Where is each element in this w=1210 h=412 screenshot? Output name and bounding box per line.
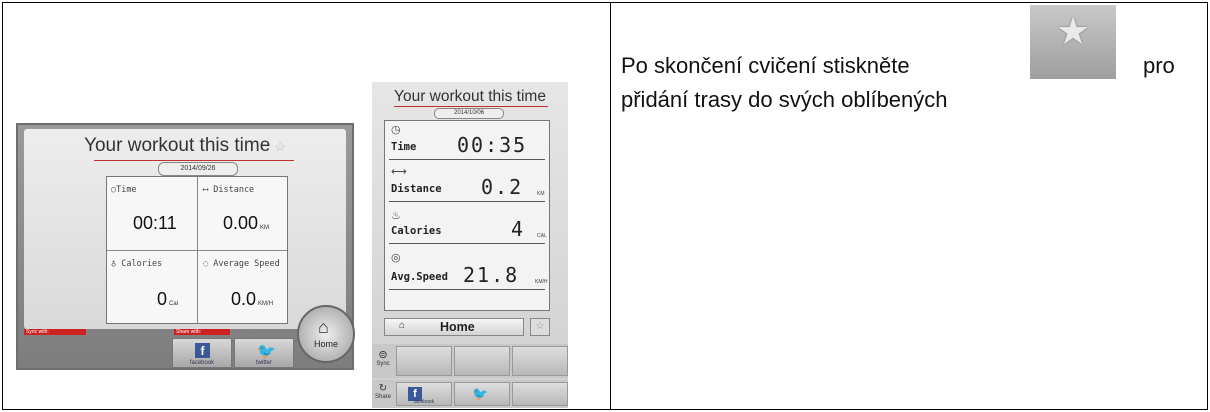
share-side: ↻ Share <box>372 380 394 408</box>
twitter-icon: 🐦 <box>472 386 489 401</box>
time-label: Time <box>391 141 417 153</box>
workout-date: 2014/10/06 <box>434 108 504 119</box>
home-button[interactable]: ⌂ Home <box>384 318 524 336</box>
avg-speed-value: 21.8 <box>463 263 520 287</box>
star-icon[interactable]: ☆ <box>274 139 286 154</box>
sync-label: Sync <box>376 361 390 367</box>
title-underline <box>94 160 294 161</box>
calories-value: 4 <box>511 217 526 241</box>
grid-divider <box>107 250 287 251</box>
portrait-workout-screenshot: Your workout this time 2014/10/06 ◷ Time… <box>372 82 568 408</box>
sync-share-bar: Sync with: Share with: f facebook 🐦 twit… <box>24 305 355 368</box>
time-value: 00:11 <box>133 213 177 233</box>
home-icon: ⌂ <box>318 317 329 337</box>
distance-value: 0.00 KM <box>223 213 270 233</box>
stats-panel: ◷ Time 00:35 ⟷ Distance 0.2 KM ♨ Calorie… <box>384 120 550 311</box>
sync-slot[interactable] <box>396 346 452 376</box>
workout-date: 2014/09/26 <box>158 162 238 176</box>
facebook-caption: facebook <box>413 399 435 405</box>
row-divider <box>389 201 545 202</box>
home-label: Home <box>440 320 475 334</box>
sync-row: ⊜ Sync <box>372 344 568 378</box>
home-icon: ⌂ <box>399 320 406 331</box>
twitter-button[interactable]: 🐦 twitter <box>234 338 294 368</box>
sync-icon: ⊜ <box>378 349 388 361</box>
facebook-share-button[interactable]: f facebook <box>396 382 452 406</box>
favorite-star-button[interactable]: ☆ <box>530 318 550 336</box>
share-icon: ↻ <box>378 383 388 394</box>
calories-label: Calories <box>391 225 442 237</box>
calories-unit: CAL <box>537 233 547 239</box>
instruction-after-icon: pro <box>1143 53 1175 78</box>
avg-speed-label: Avg.Speed <box>391 271 448 283</box>
share-with-label: Share with: <box>174 329 230 335</box>
calories-value: 0 Cal <box>157 289 179 309</box>
workout-title: Your workout this time <box>394 88 546 105</box>
instruction-line-2: přidání trasy do svých oblíbených <box>621 87 948 112</box>
sync-slot[interactable] <box>454 346 510 376</box>
calories-label: ♁ Calories <box>111 259 163 269</box>
share-label: Share <box>374 394 391 400</box>
workout-summary-panel: Your workout this time ☆ 2014/09/26 ○Time… <box>24 129 346 329</box>
twitter-icon: 🐦 <box>257 343 276 360</box>
facebook-caption: facebook <box>189 360 215 366</box>
distance-label: ⟷ Distance <box>203 185 255 195</box>
title-underline <box>394 106 548 107</box>
facebook-icon: f <box>195 343 210 358</box>
share-row: ↻ Share f facebook 🐦 <box>372 380 568 408</box>
avg-speed-unit: KM/H <box>535 279 548 285</box>
average-speed-label: ◌ Average Speed <box>203 259 280 269</box>
row-divider <box>389 243 545 244</box>
landscape-workout-screenshot: Your workout this time ☆ 2014/09/26 ○Time… <box>16 123 355 370</box>
speed-icon: ◎ <box>391 252 401 264</box>
sync-side: ⊜ Sync <box>372 344 394 378</box>
clock-icon: ◷ <box>391 124 401 136</box>
star-icon: ★ <box>1030 5 1116 79</box>
share-slot[interactable] <box>512 382 568 406</box>
twitter-caption: twitter <box>255 360 272 366</box>
row-divider <box>389 289 545 290</box>
row-divider <box>389 159 545 160</box>
time-label: ○Time <box>111 185 137 195</box>
column-divider <box>610 3 611 409</box>
time-value: 00:35 <box>457 133 528 157</box>
sync-with-label: Sync with: <box>24 329 86 335</box>
distance-label: Distance <box>391 183 442 195</box>
twitter-share-button[interactable]: 🐦 <box>454 382 510 406</box>
workout-title: Your workout this time ☆ <box>84 135 286 156</box>
stats-grid: ○Time 00:11 ⟷ Distance 0.00 KM ♁ Calories… <box>106 176 288 324</box>
distance-icon: ⟷ <box>391 166 407 178</box>
home-button[interactable]: ⌂ Home <box>297 305 355 363</box>
average-speed-value: 0.0 KM/H <box>231 289 274 309</box>
home-bar: ⌂ Home ☆ <box>384 318 550 336</box>
distance-value: 0.2 <box>481 175 524 199</box>
sync-slot[interactable] <box>512 346 568 376</box>
facebook-button[interactable]: f facebook <box>172 338 232 368</box>
home-label: Home <box>313 339 338 349</box>
distance-unit: KM <box>537 191 545 197</box>
flame-icon: ♨ <box>391 210 401 222</box>
